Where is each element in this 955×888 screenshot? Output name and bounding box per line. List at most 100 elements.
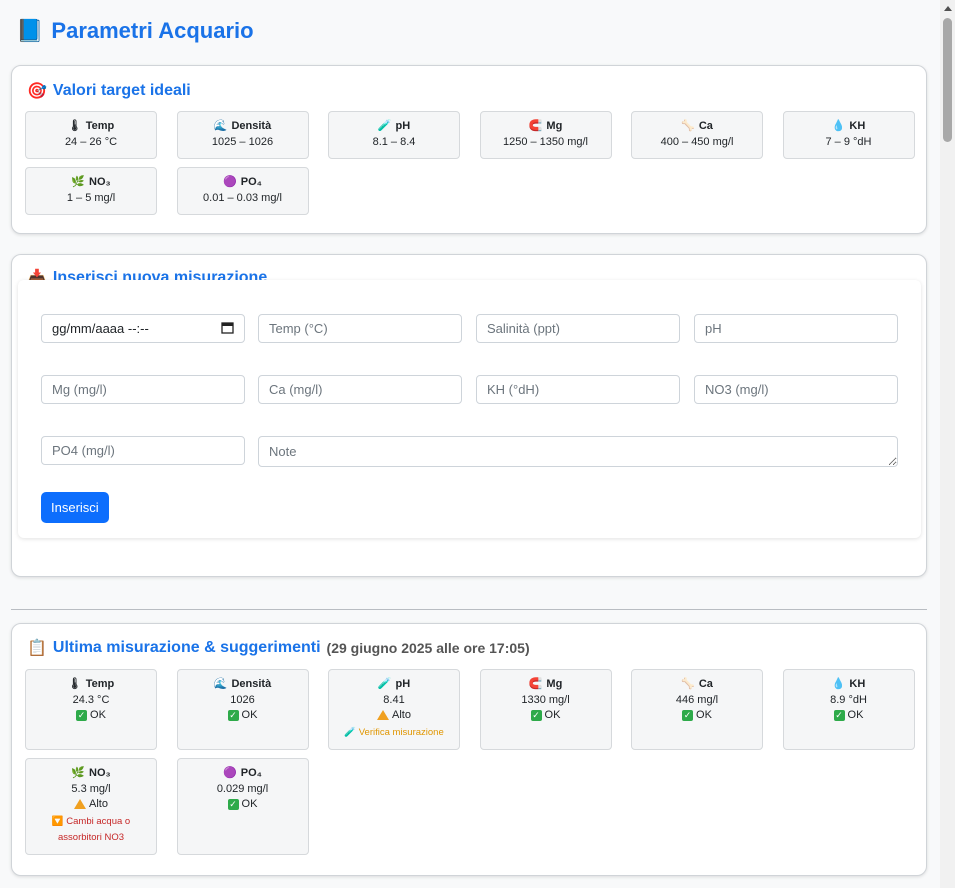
test-tube-icon: 🧪 — [377, 677, 392, 690]
param-name-row: 🟣 PO₄ — [182, 766, 304, 779]
param-card-kh: 💧 KH 8.9 °dH ✓ OK — [782, 669, 915, 750]
param-card-mg: 🧲 Mg 1330 mg/l ✓ OK — [479, 669, 612, 750]
param-name: NO₃ — [89, 766, 111, 779]
param-card-temp: 🌡 Temp 24.3 °C ✓ OK — [25, 669, 157, 750]
param-card-no3: 🌿 NO₃ 5.3 mg/l Alto 🔽 Cambi acqua o assorbit… — [25, 758, 157, 855]
param-card-mg: 🧲 Mg 1250 – 1350 mg/l — [479, 111, 612, 159]
param-value: 8.9 °dH — [830, 694, 867, 706]
magnet-icon: 🧲 — [528, 119, 543, 132]
param-value: 24 – 26 °C — [64, 136, 118, 148]
warning-icon — [74, 799, 87, 809]
param-card-ph: 🧪 pH 8.1 – 8.4 — [328, 111, 460, 159]
warning-icon — [377, 710, 390, 720]
param-name: Densità — [231, 119, 272, 132]
param-name: PO₄ — [240, 175, 262, 188]
po4-input[interactable] — [41, 436, 245, 465]
param-name: PO₄ — [240, 766, 262, 779]
thermometer-icon: 🌡 — [67, 677, 82, 690]
latest-date: (29 giugno 2025 alle ore 17:05) — [326, 639, 530, 656]
param-name-row: 🌊 Densità — [182, 677, 304, 690]
param-name-row: 🌿 NO₃ — [30, 766, 152, 779]
param-name: Mg — [546, 677, 563, 690]
targets-card: 🎯 Valori target ideali 🌡 Temp 24 – 26 °C 🌊 D… — [11, 65, 927, 234]
bone-icon: 🦴 — [681, 677, 695, 690]
param-card-po4: 🟣 PO₄ 0.01 – 0.03 mg/l — [176, 167, 309, 215]
test-tube-icon: 🧪 — [377, 119, 392, 132]
status-badge: ✓ OK — [182, 709, 304, 721]
param-card-no3: 🌿 NO₃ 1 – 5 mg/l — [25, 167, 157, 215]
temp-input[interactable] — [258, 314, 462, 343]
droplet-icon: 💧 — [831, 119, 846, 132]
param-name: Ca — [698, 119, 713, 132]
check-icon: ✓ — [682, 709, 694, 721]
param-name: Densità — [231, 677, 272, 690]
check-icon: ✓ — [833, 709, 845, 721]
status-text: OK — [696, 709, 712, 721]
suggestion-hint: 🧪 Verifica misurazione — [344, 727, 444, 738]
wave-icon: 🌊 — [213, 677, 228, 690]
date-time-value: gg/mm/aaaa --:-- — [52, 321, 149, 336]
param-name: KH — [849, 677, 866, 690]
param-value: 446 mg/l — [675, 694, 719, 706]
submit-button[interactable]: Inserisci — [41, 492, 109, 523]
latest-title-text: Ultima misurazione & suggerimenti — [52, 638, 321, 656]
scrollbar-thumb[interactable] — [943, 18, 952, 142]
param-name-row: 🌡 Temp — [30, 677, 152, 690]
param-value: 1025 – 1026 — [211, 136, 274, 148]
status-text: Alto — [392, 709, 411, 721]
param-value: 0.029 mg/l — [216, 783, 269, 795]
ca-input[interactable] — [258, 375, 462, 404]
param-name-row: 🧲 Mg — [485, 119, 607, 132]
target-icon: 🎯 — [27, 81, 47, 100]
magnet-icon: 🧲 — [528, 677, 543, 690]
bone-icon: 🦴 — [681, 119, 695, 132]
param-name-row: 🌡 Temp — [30, 119, 152, 132]
mg-input[interactable] — [41, 375, 245, 404]
purple-circle-icon: 🟣 — [223, 175, 237, 188]
vertical-scrollbar[interactable] — [940, 0, 955, 888]
status-text: OK — [847, 709, 864, 721]
param-value: 400 – 450 mg/l — [660, 136, 734, 148]
salinity-input[interactable] — [476, 314, 680, 343]
param-card-densita: 🌊 Densità 1025 – 1026 — [176, 111, 309, 159]
status-badge: ✓ OK — [182, 798, 304, 810]
note-input[interactable] — [258, 436, 898, 467]
measurement-form: gg/mm/aaaa --:-- Inserisci — [18, 280, 921, 538]
herb-icon: 🌿 — [71, 766, 86, 779]
check-icon: ✓ — [227, 709, 239, 721]
thermometer-icon: 🌡 — [67, 119, 82, 132]
param-card-temp: 🌡 Temp 24 – 26 °C — [25, 111, 157, 159]
status-badge: ✓ OK — [788, 709, 910, 721]
param-value: 8.1 – 8.4 — [372, 136, 416, 148]
param-name-row: 🦴 Ca — [636, 677, 758, 690]
no3-input[interactable] — [694, 375, 898, 404]
param-value: 1250 – 1350 mg/l — [502, 136, 588, 148]
targets-title: 🎯 Valori target ideali — [27, 81, 191, 100]
status-badge: ✓ OK — [30, 709, 152, 721]
param-name: Temp — [85, 677, 115, 690]
status-text: OK — [544, 709, 561, 721]
param-name: Mg — [546, 119, 563, 132]
kh-input[interactable] — [476, 375, 680, 404]
new-measurement-card: 📥 Inserisci nuova misurazione gg/mm/aaaa… — [11, 254, 927, 577]
ph-input[interactable] — [694, 314, 898, 343]
section-divider — [11, 609, 927, 610]
latest-title: 📋 Ultima misurazione & suggerimenti (29 … — [27, 638, 530, 657]
param-name-row: 🌊 Densità — [182, 119, 304, 132]
status-badge: Alto — [333, 709, 455, 721]
param-card-densita: 🌊 Densità 1026 ✓ OK — [176, 669, 309, 750]
status-badge: ✓ OK — [636, 709, 758, 721]
date-time-input[interactable]: gg/mm/aaaa --:-- — [41, 314, 245, 343]
param-name: pH — [395, 119, 411, 132]
status-text: OK — [90, 709, 106, 721]
param-value: 8.41 — [383, 694, 405, 706]
calendar-icon[interactable] — [221, 321, 234, 337]
suggestion-hint: 🔽 Cambi acqua o assorbitori NO3 — [51, 816, 131, 843]
param-value: 1330 mg/l — [521, 694, 570, 706]
scroll-up-arrow-icon[interactable] — [944, 6, 952, 11]
param-card-po4: 🟣 PO₄ 0.029 mg/l ✓ OK — [176, 758, 309, 855]
page-title: 📘 Parametri Acquario — [16, 18, 254, 44]
latest-grid: 🌡 Temp 24.3 °C ✓ OK 🌊 Densità 1026 ✓ OK 🧪 pH 8.41 Alt… — [25, 669, 915, 855]
herb-icon: 🌿 — [71, 175, 86, 188]
clipboard-icon: 📋 — [27, 638, 47, 657]
